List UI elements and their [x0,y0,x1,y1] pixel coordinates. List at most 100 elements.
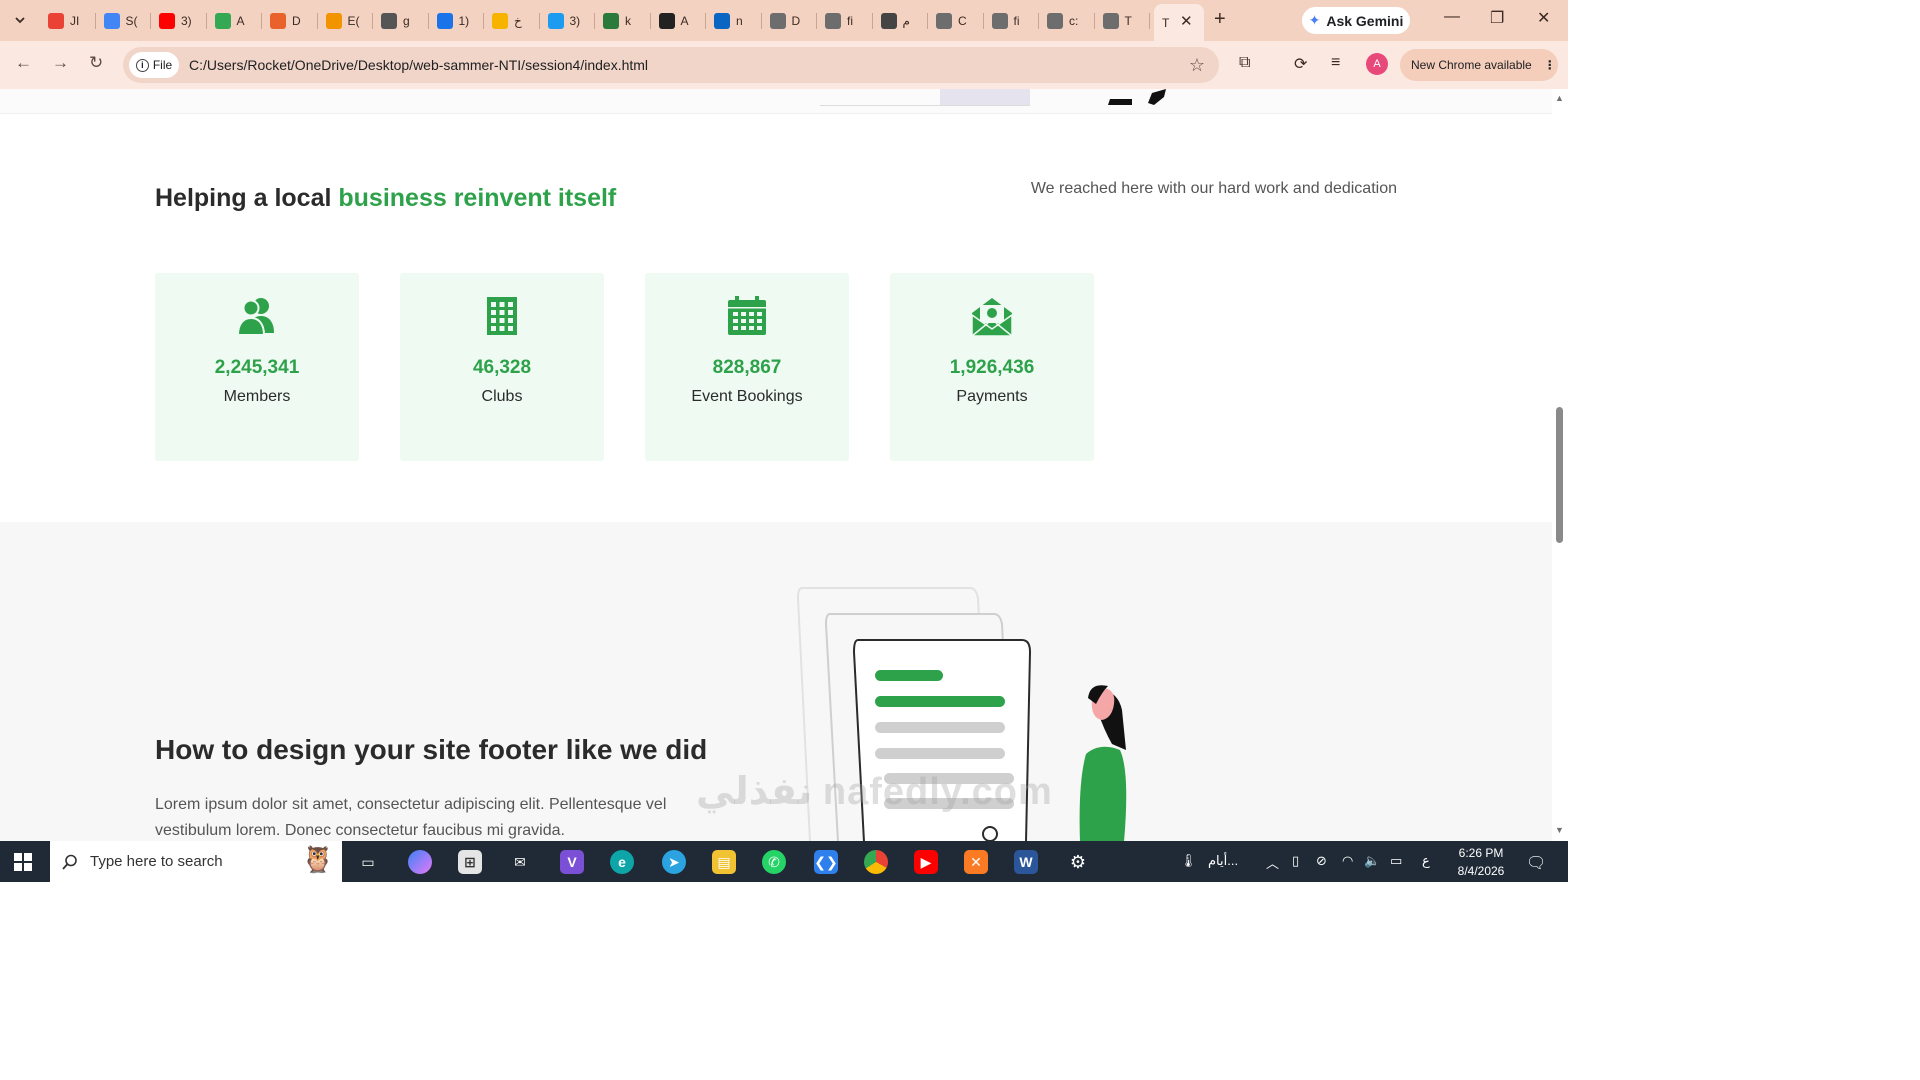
store-icon[interactable]: ⊞ [458,850,482,874]
tab-favicon-icon [48,12,64,29]
ask-gemini-button[interactable]: ✦ Ask Gemini [1302,7,1410,34]
gemini-icon: ✦ [1308,12,1321,28]
close-icon[interactable]: ✕ [1180,12,1193,30]
browser-tab[interactable]: D [262,6,318,35]
forward-icon[interactable]: → [52,53,69,73]
tab-active[interactable]: T [1154,4,1204,41]
scroll-thumb[interactable] [1556,407,1563,543]
browser-tab[interactable]: n [706,6,762,35]
browser-tab[interactable]: 3) [151,6,207,35]
tab-favicon-icon [436,12,453,29]
browser-tab[interactable]: S( [96,6,151,35]
hero-illustration-fragment [820,89,1030,106]
mail-icon[interactable]: ✉ [508,850,532,874]
chevron-down-icon [15,17,25,24]
extensions-icon[interactable]: ⧉ [1239,54,1250,72]
address-bar[interactable]: i File C:/Users/Rocket/OneDrive/Desktop/… [123,47,1219,83]
browser-tab[interactable]: E( [318,6,373,35]
media-control-icon[interactable]: ≡ [1331,54,1340,72]
update-label: New Chrome available [1411,58,1532,72]
word-icon[interactable]: W [1014,850,1038,874]
tab-favicon-icon [547,12,564,29]
minimize-icon[interactable]: — [1444,8,1460,26]
taskbar-clock[interactable]: 6:26 PM 8/4/2026 [1446,844,1516,880]
browser-tab[interactable]: D [762,6,817,35]
reload-icon[interactable]: ↻ [89,53,103,73]
site-info-chip[interactable]: i File [129,52,179,78]
tab-favicon-icon [769,12,786,29]
window-close-icon[interactable]: ✕ [1537,8,1550,28]
stat-label: Payments [956,388,1028,405]
tab-label: JI [70,13,80,28]
copilot-icon[interactable] [408,850,432,874]
weather-icon[interactable]: 🌡 [1180,853,1197,869]
xampp-icon[interactable]: ✕ [964,850,988,874]
tab-label: A [236,13,245,28]
tray-chevron-up-icon[interactable]: ︿ [1266,853,1279,872]
browser-tab[interactable]: 1) [429,6,484,35]
browser-tab[interactable]: c: [1039,6,1095,35]
settings-gear-icon[interactable]: ⚙ [1066,850,1090,874]
tab-favicon-icon [1047,12,1063,29]
stat-card-payments: 1,926,436 Payments [890,273,1094,461]
vscode-icon[interactable]: ❮❯ [814,850,838,874]
browser-tab[interactable]: fi [984,6,1039,35]
task-view-icon[interactable]: ▭ [356,850,380,874]
stats-section: Helping a local business reinvent itself… [0,114,1552,522]
browser-tab[interactable]: A [651,6,706,35]
tab-search-button[interactable] [8,8,32,32]
tray-network-off-icon[interactable]: ⊘ [1316,853,1327,869]
performance-icon[interactable]: ⟳ [1294,54,1307,74]
search-icon [62,854,77,870]
tab-label: 3) [569,13,581,28]
browser-tab[interactable]: fi [817,6,873,35]
tab-label: 3) [181,13,192,28]
notifications-icon[interactable]: 🗨 [1526,853,1546,873]
browser-tab[interactable]: م [873,6,928,35]
tab-strip: JI S(3) A D E(g 1) خ 3) k An Dfi م Cfi c: T T ✕ + ✦ As… [0,0,1568,41]
input-language[interactable]: ع [1422,853,1430,869]
browser-tab[interactable]: خ [484,6,540,35]
browser-tab[interactable]: 3) [540,6,595,35]
file-explorer-icon[interactable]: ▤ [712,850,736,874]
windows-start-icon[interactable] [14,853,32,871]
telegram-icon[interactable]: ➤ [662,850,686,874]
tray-weather-text[interactable]: أيام... [1208,853,1238,869]
bookmark-star-icon[interactable]: ☆ [1189,55,1205,76]
stat-value: 46,328 [472,357,532,378]
browser-tab[interactable]: T [1095,6,1150,35]
youtube-icon[interactable]: ▶ [914,850,938,874]
browser-tab[interactable]: g [373,6,429,35]
stat-value: 828,867 [712,357,782,378]
new-tab-button[interactable]: + [1214,8,1226,31]
tab-label: A [680,13,689,28]
browser-tab[interactable]: k [595,6,651,35]
browser-tab[interactable]: C [928,6,984,35]
tab-label: T [1124,13,1132,28]
url-text[interactable]: C:/Users/Rocket/OneDrive/Desktop/web-sam… [189,57,648,73]
scroll-down-icon[interactable]: ▼ [1555,825,1564,835]
battery-icon[interactable]: ▭ [1390,853,1402,869]
taskbar: Type here to search 🦉 ▭ ⊞ ✉ V e ➤ ▤ ✆ ❮❯… [0,841,1568,882]
calendar-icon [728,296,766,335]
back-icon[interactable]: ← [15,53,32,73]
browser-tab[interactable]: JI [40,6,96,35]
chrome-icon[interactable] [864,850,888,874]
edge-icon[interactable]: e [610,850,634,874]
taskbar-search-box[interactable]: Type here to search 🦉 [50,841,342,882]
volume-icon[interactable]: 🔈 [1364,853,1380,869]
wifi-icon[interactable]: ◠ [1342,853,1353,869]
stat-label: Event Bookings [691,388,803,405]
footer-section-description: Lorem ipsum dolor sit amet, consectetur … [155,796,667,839]
avatar[interactable]: A [1366,53,1388,75]
tray-device-icon[interactable]: ▯ [1292,853,1299,869]
page-scrollbar[interactable]: ▲ ▼ [1552,89,1568,841]
scroll-up-icon[interactable]: ▲ [1555,93,1564,103]
clock-time: 6:26 PM [1458,846,1504,860]
restore-icon[interactable]: ❐ [1490,8,1504,28]
visual-studio-icon[interactable]: V [560,850,584,874]
browser-tab[interactable]: A [207,6,262,35]
chrome-update-button[interactable]: New Chrome available ⋮ [1400,49,1558,81]
scheme-label: File [152,58,173,72]
whatsapp-icon[interactable]: ✆ [762,850,786,874]
